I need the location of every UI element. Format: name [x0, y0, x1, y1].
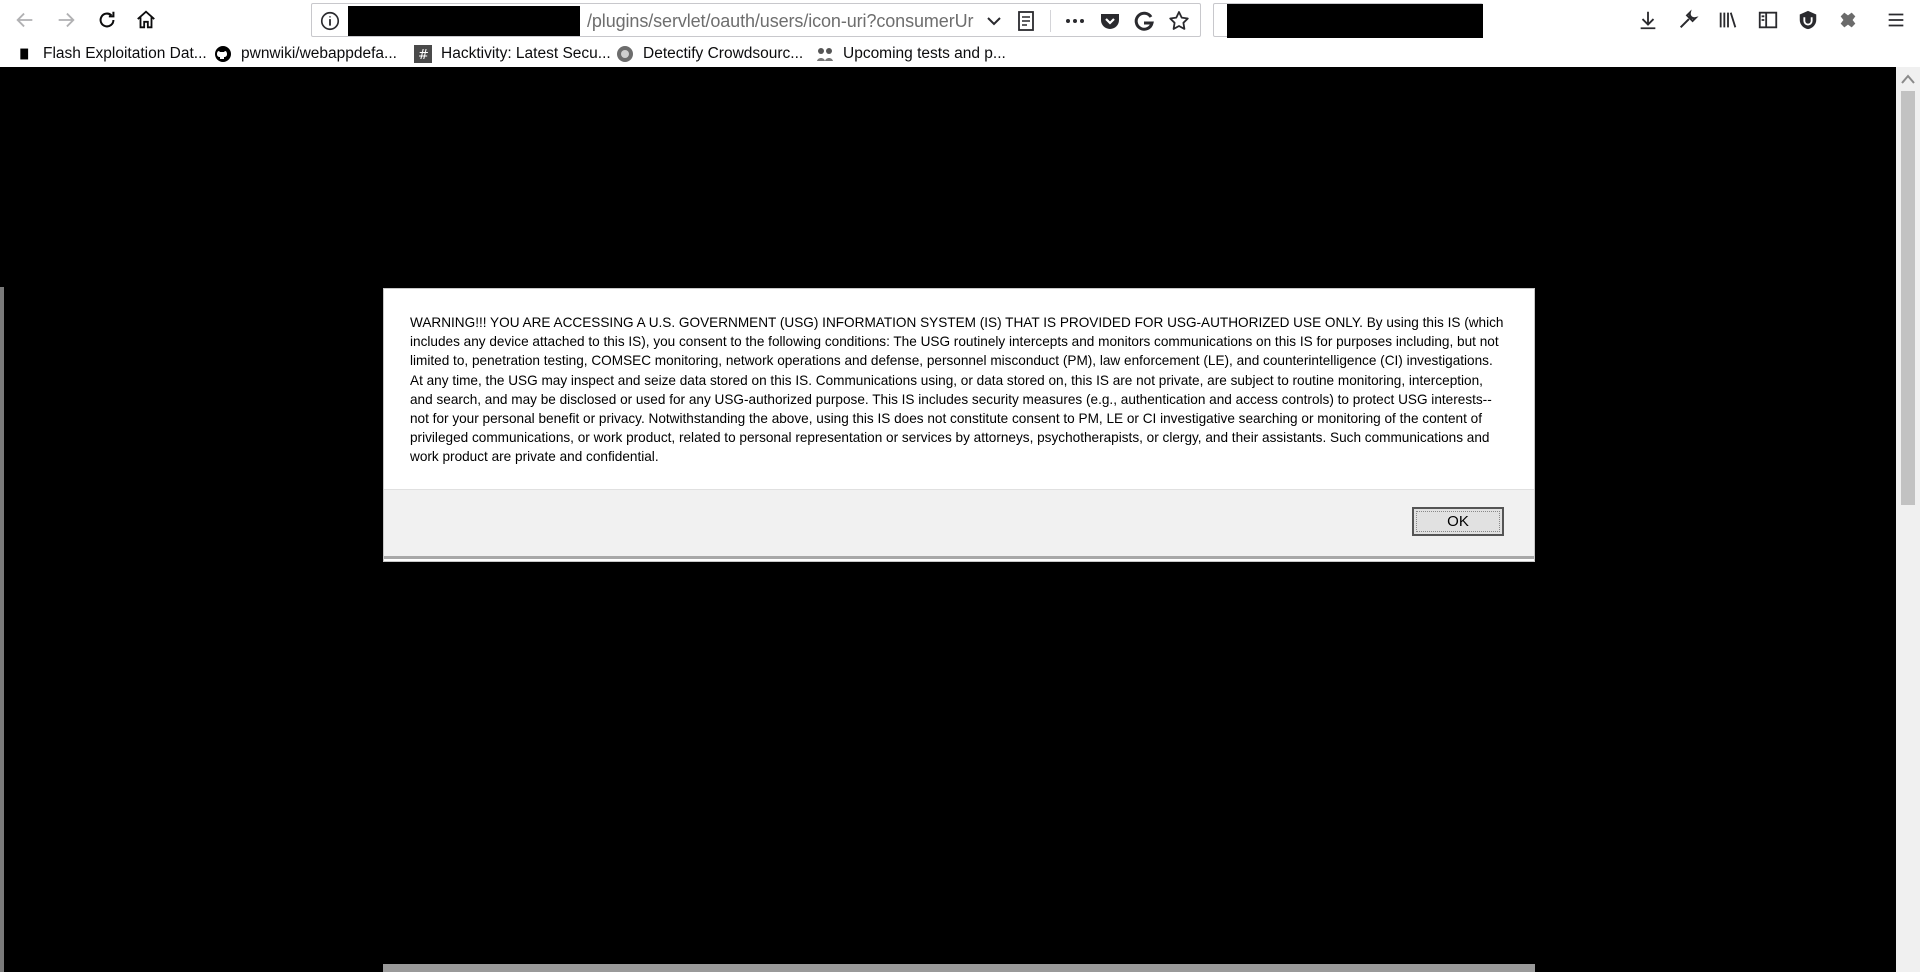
grammarly-g-icon[interactable] [1132, 9, 1156, 33]
menu-button[interactable] [1882, 6, 1910, 34]
downloads-button[interactable] [1634, 6, 1662, 34]
more-actions-icon[interactable] [1060, 9, 1090, 33]
github-icon [214, 45, 232, 63]
vertical-scrollbar[interactable] [1896, 67, 1920, 972]
ublock-button[interactable] [1794, 6, 1822, 34]
warning-dialog: WARNING!!! YOU ARE ACCESSING A U.S. GOVE… [383, 288, 1535, 562]
sidebar-icon [1758, 11, 1778, 29]
bookmark-label: Hacktivity: Latest Secu... [441, 45, 611, 62]
redacted-search [1227, 4, 1483, 38]
extension-button[interactable] [1834, 6, 1862, 34]
bookmark-star-icon[interactable] [1166, 9, 1192, 33]
bookmark-item[interactable]: Flash Exploitation Dat... [16, 44, 207, 64]
home-icon [137, 10, 155, 29]
dialog-footer: OK [384, 489, 1534, 559]
chevron-down-icon[interactable] [982, 9, 1006, 33]
download-icon [1640, 11, 1656, 30]
pocket-icon[interactable] [1098, 9, 1122, 33]
bookmark-label: Detectify Crowdsourc... [643, 45, 804, 62]
library-icon [1719, 12, 1737, 28]
bookmark-item[interactable]: Detectify Crowdsourc... [616, 44, 803, 64]
scroll-up-arrow-icon[interactable] [1900, 73, 1916, 85]
extension-icon [1840, 12, 1856, 28]
scrollbar-thumb[interactable] [1901, 91, 1915, 505]
bookmark-item[interactable]: Upcoming tests and p... [816, 44, 1006, 64]
ublock-shield-icon [1799, 10, 1817, 30]
search-bar[interactable] [1213, 3, 1483, 38]
ok-button[interactable]: OK [1412, 507, 1504, 536]
url-separator [1050, 10, 1051, 32]
url-text[interactable]: /plugins/servlet/oauth/users/icon-uri?co… [587, 11, 987, 31]
back-button[interactable] [9, 4, 41, 36]
wrench-icon [1679, 9, 1699, 29]
detectify-icon [616, 45, 634, 63]
bookmarks-toolbar: Flash Exploitation Dat... pwnwiki/webapp… [0, 40, 1920, 67]
bookmark-item[interactable]: pwnwiki/webappdefa... [214, 44, 397, 64]
bookmark-item[interactable]: # Hacktivity: Latest Secu... [414, 44, 611, 64]
reader-view-icon[interactable] [1014, 9, 1038, 33]
forward-button[interactable] [50, 4, 82, 36]
home-button[interactable] [130, 4, 162, 36]
library-button[interactable] [1714, 6, 1742, 34]
svg-text:#: # [418, 48, 429, 63]
reload-icon [99, 11, 115, 28]
page-left-edge [0, 287, 4, 972]
info-icon[interactable] [319, 10, 341, 32]
back-arrow-icon [16, 12, 33, 28]
redacted-domain [348, 6, 580, 36]
dialog-bottom-strip [383, 964, 1535, 972]
developer-tools-button[interactable] [1674, 6, 1702, 34]
url-bar[interactable]: /plugins/servlet/oauth/users/icon-uri?co… [311, 3, 1201, 37]
bookmark-label: Upcoming tests and p... [843, 45, 1006, 62]
sidebar-button[interactable] [1754, 6, 1782, 34]
bookmark-label: pwnwiki/webappdefa... [241, 45, 397, 62]
navigation-toolbar: /plugins/servlet/oauth/users/icon-uri?co… [0, 0, 1920, 40]
reload-button[interactable] [91, 4, 123, 36]
warning-message: WARNING!!! YOU ARE ACCESSING A U.S. GOVE… [410, 315, 1504, 465]
tests-icon [816, 45, 834, 63]
forward-arrow-icon [58, 12, 75, 28]
hamburger-menu-icon [1888, 13, 1904, 27]
bookmark-label: Flash Exploitation Dat... [43, 45, 207, 62]
bookmark-black-icon [16, 45, 34, 63]
hash-icon: # [414, 45, 432, 63]
